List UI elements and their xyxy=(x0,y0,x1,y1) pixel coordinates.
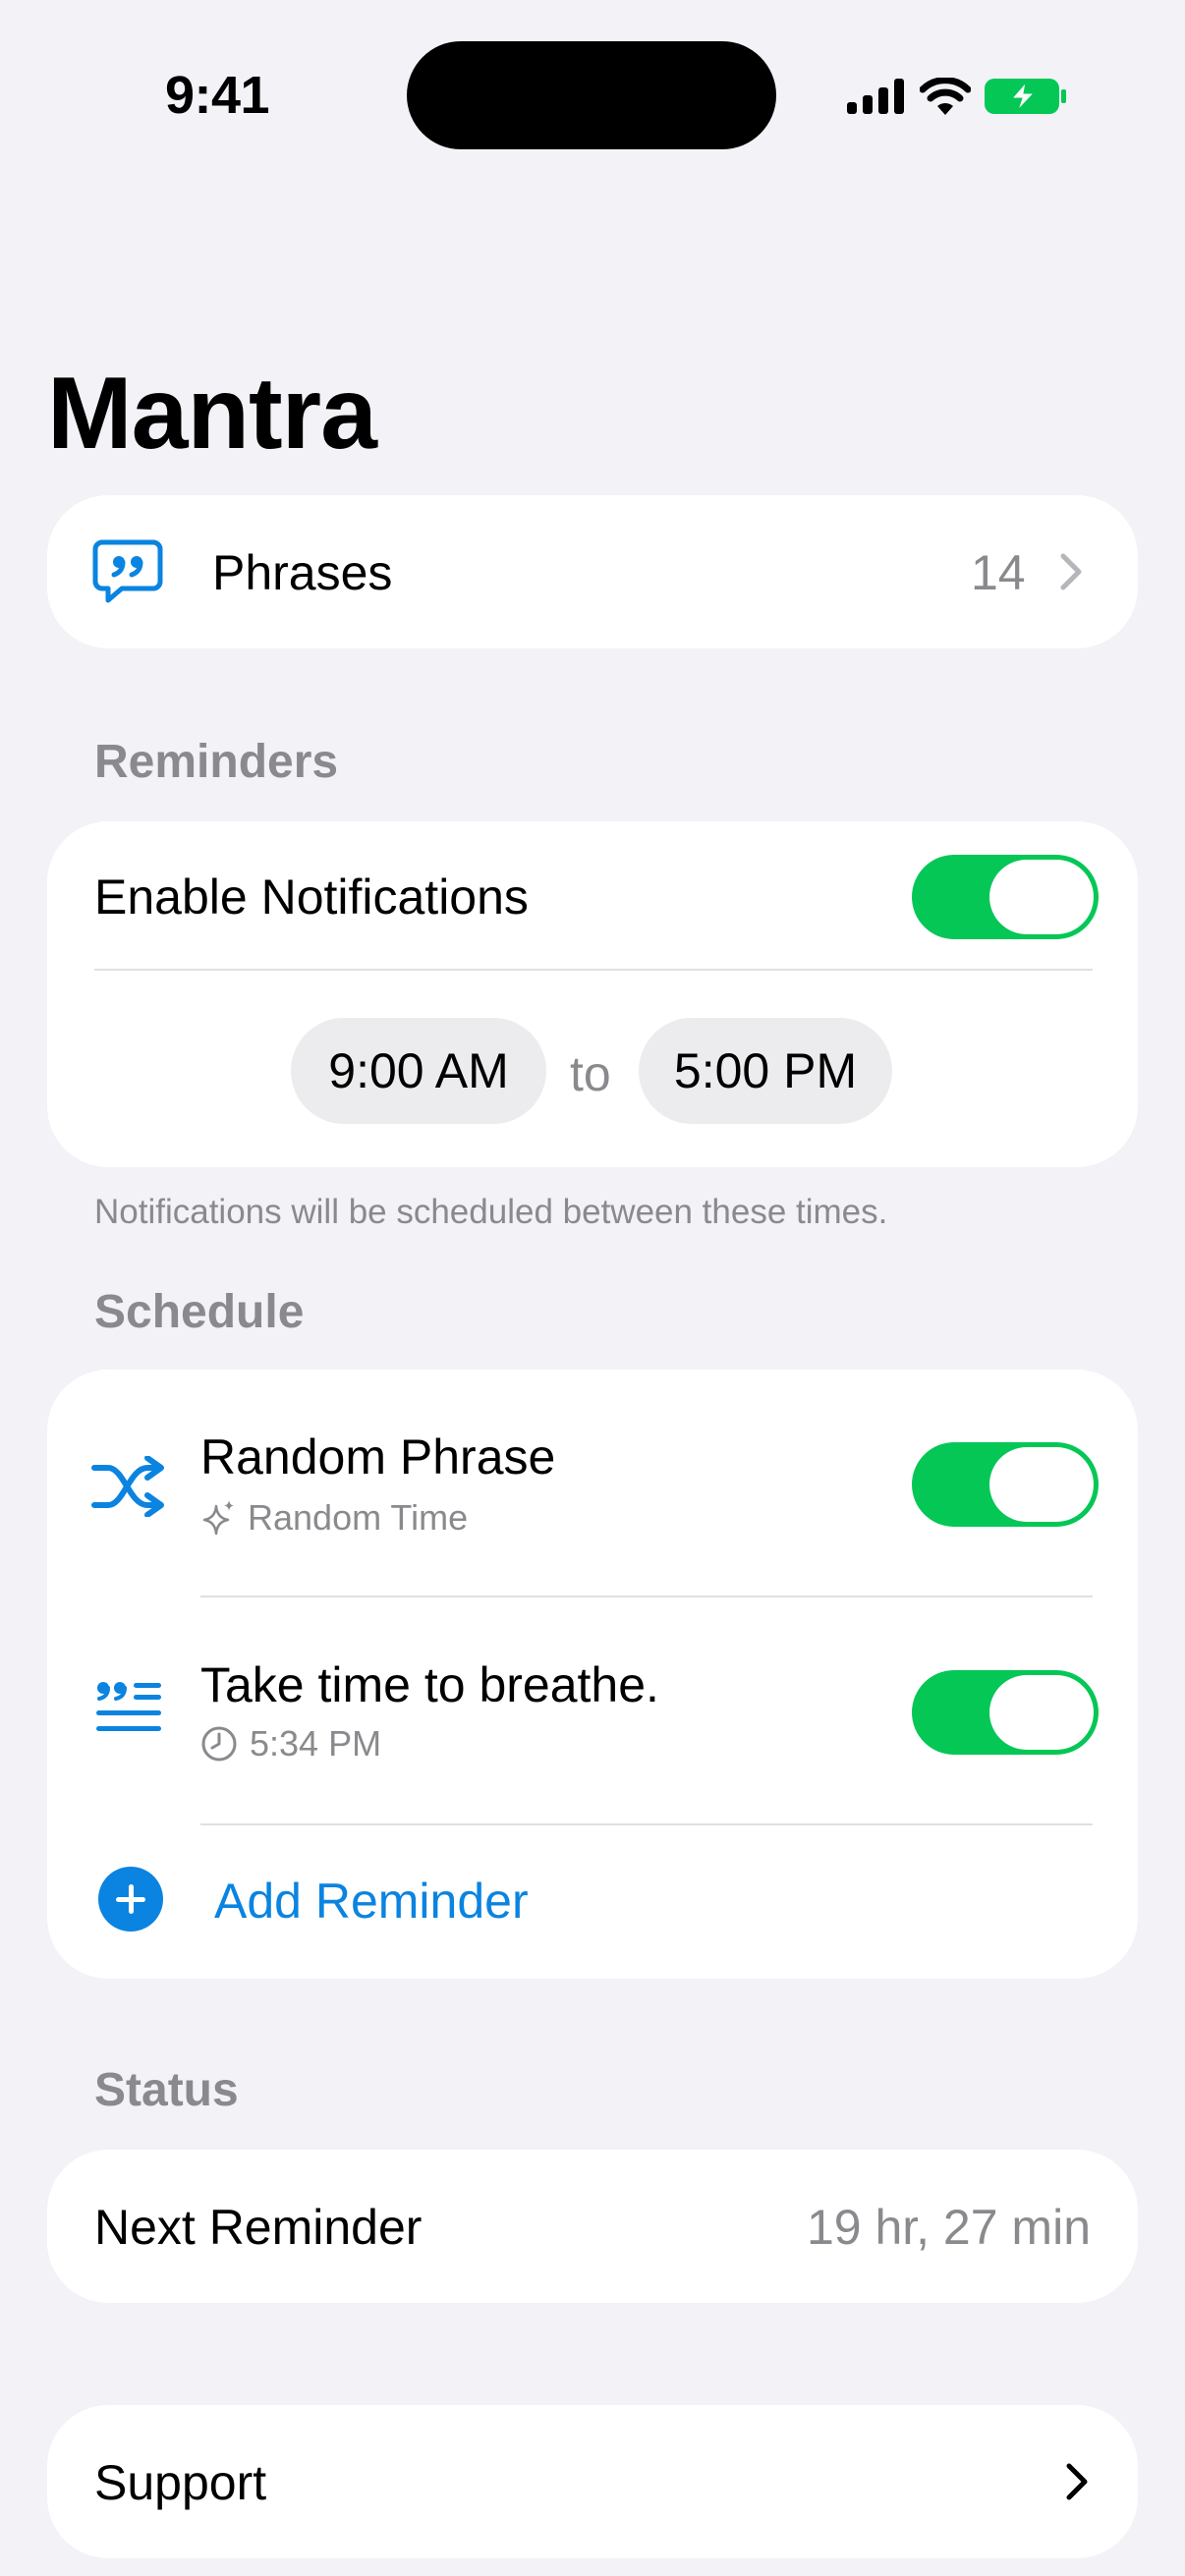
schedule-row-breathe[interactable]: Take time to breathe. 5:34 PM xyxy=(47,1597,1138,1823)
support-label: Support xyxy=(94,2455,267,2510)
breathe-toggle[interactable] xyxy=(912,1670,1099,1755)
chevron-right-icon xyxy=(1066,2463,1088,2500)
enable-notifications-label: Enable Notifications xyxy=(94,869,529,924)
status-time: 9:41 xyxy=(165,66,270,125)
schedule-card: Random Phrase Random Time Take time to b… xyxy=(47,1370,1138,1979)
screen: 9:41 Mantra Phrases 14 Reminders Enable … xyxy=(0,0,1185,2576)
sparkles-icon xyxy=(202,1500,234,1536)
quote-lines-icon xyxy=(96,1682,161,1731)
reminders-footnote: Notifications will be scheduled between … xyxy=(94,1193,888,1231)
cellular-signal-icon xyxy=(847,79,904,114)
schedule-item-subtitle: 5:34 PM xyxy=(250,1723,382,1764)
quote-bubble-icon xyxy=(92,539,163,603)
phrases-label: Phrases xyxy=(212,545,393,600)
dynamic-island xyxy=(407,41,776,149)
clock-icon xyxy=(201,1726,237,1762)
schedule-item-title: Take time to breathe. xyxy=(200,1657,659,1712)
reminders-section-label: Reminders xyxy=(94,736,339,788)
status-section-label: Status xyxy=(94,2064,239,2116)
add-reminder-label: Add Reminder xyxy=(214,1874,529,1929)
next-reminder-value: 19 hr, 27 min xyxy=(806,2200,1091,2255)
schedule-item-title: Random Phrase xyxy=(200,1429,556,1484)
reminders-card: Enable Notifications 9:00 AM to 5:00 PM xyxy=(47,821,1138,1167)
divider xyxy=(94,969,1093,971)
wifi-icon xyxy=(920,78,971,115)
enable-notifications-toggle[interactable] xyxy=(912,855,1099,939)
schedule-item-subtitle-row: 5:34 PM xyxy=(200,1723,381,1764)
battery-charging-icon xyxy=(985,79,1066,114)
schedule-section-label: Schedule xyxy=(94,1286,305,1338)
schedule-item-subtitle: Random Time xyxy=(248,1497,469,1538)
support-row[interactable]: Support xyxy=(47,2405,1138,2558)
next-reminder-row: Next Reminder 19 hr, 27 min xyxy=(47,2150,1138,2303)
page-title: Mantra xyxy=(47,357,377,471)
random-phrase-toggle[interactable] xyxy=(912,1442,1099,1527)
chevron-right-icon xyxy=(1060,553,1082,590)
to-label: to xyxy=(570,1046,611,1101)
schedule-row-random-phrase[interactable]: Random Phrase Random Time xyxy=(47,1370,1138,1596)
plus-circle-icon xyxy=(98,1867,163,1932)
schedule-item-subtitle-row: Random Time xyxy=(200,1497,468,1539)
start-time-picker[interactable]: 9:00 AM xyxy=(291,1018,546,1124)
phrases-count: 14 xyxy=(971,545,1026,600)
next-reminder-label: Next Reminder xyxy=(94,2200,423,2255)
status-icons xyxy=(847,73,1067,120)
shuffle-icon xyxy=(91,1456,164,1517)
add-reminder-button[interactable]: Add Reminder xyxy=(47,1825,1138,1979)
end-time-picker[interactable]: 5:00 PM xyxy=(639,1018,892,1124)
phrases-row[interactable]: Phrases 14 xyxy=(47,495,1138,648)
